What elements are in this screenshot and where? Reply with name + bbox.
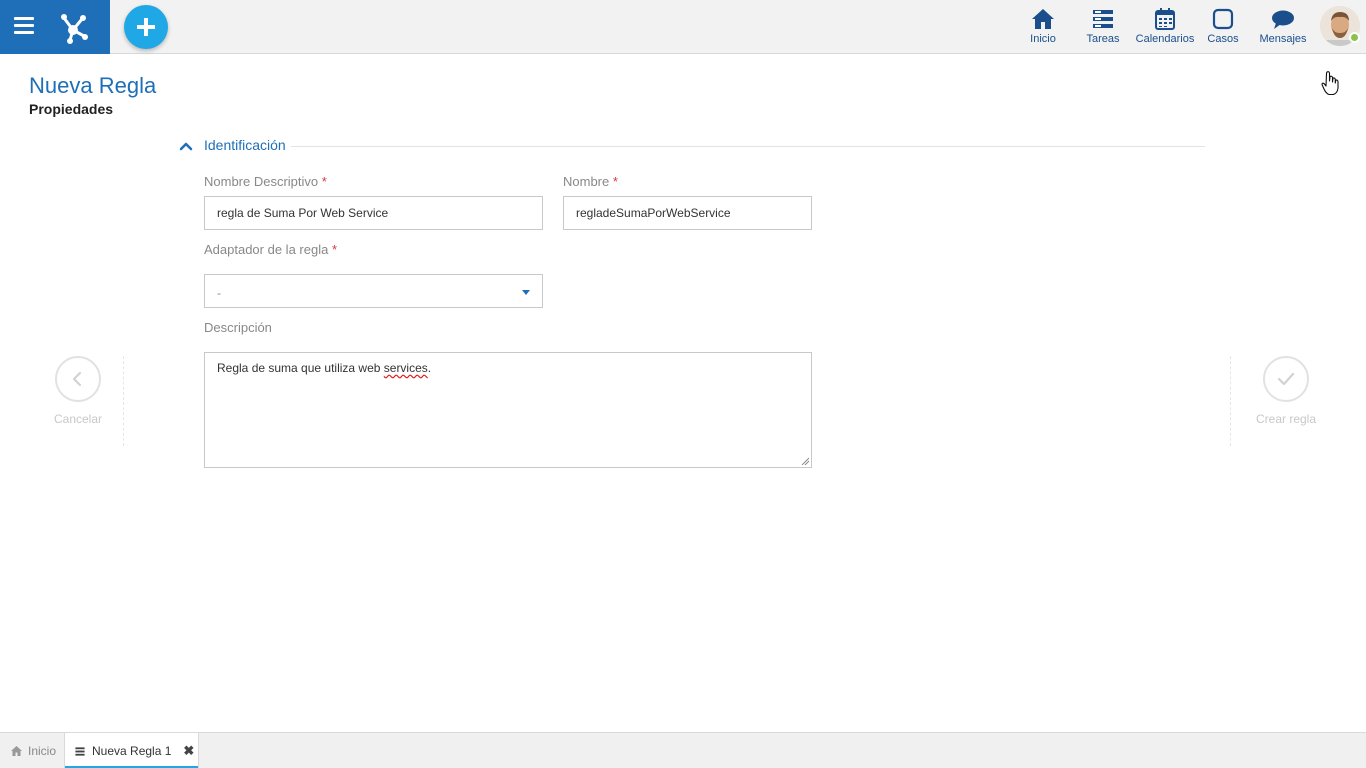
nav-tareas[interactable]: Tareas	[1083, 0, 1123, 54]
name-label: Nombre *	[563, 174, 618, 189]
left-action-divider	[123, 356, 124, 446]
descriptive-name-input[interactable]	[204, 196, 543, 230]
page-title: Nueva Regla	[29, 73, 157, 98]
page-subtitle: Propiedades	[29, 101, 114, 117]
description-text-misspelled: services	[383, 361, 428, 375]
close-icon[interactable]: ✖	[183, 743, 194, 759]
nav-label: Tareas	[1086, 33, 1120, 45]
required-mark: *	[612, 174, 618, 189]
hamburger-line	[14, 31, 34, 34]
description-text-prefix: Regla de suma que utiliza web	[217, 361, 384, 375]
hamburger-line	[14, 17, 34, 20]
app-logo-icon[interactable]	[52, 6, 94, 48]
descriptive-name-label-text: Nombre Descriptivo	[204, 174, 319, 189]
tab-inicio[interactable]: Inicio	[0, 733, 66, 768]
hand-cursor-icon	[1321, 71, 1339, 96]
name-label-text: Nombre	[563, 174, 610, 189]
nav-label: Calendarios	[1135, 33, 1195, 45]
tab-nueva-regla[interactable]: Nueva Regla 1 ✖	[64, 733, 199, 768]
hamburger-line	[14, 24, 34, 27]
nav-casos[interactable]: Casos	[1206, 0, 1240, 54]
required-mark: *	[331, 242, 337, 257]
plus-icon	[137, 18, 155, 36]
adapter-label-text: Adaptador de la regla	[204, 242, 329, 257]
home-icon	[1032, 9, 1054, 29]
add-button[interactable]	[124, 5, 168, 49]
section-title-identificacion[interactable]: Identificación	[204, 137, 286, 153]
adapter-select-value: -	[217, 286, 221, 300]
cancel-button-label: Cancelar	[53, 412, 103, 426]
adapter-select[interactable]: -	[204, 274, 543, 308]
top-bar: Inicio Tareas Calendarios Casos Mensajes	[0, 0, 1366, 54]
nav-mensajes[interactable]: Mensajes	[1258, 0, 1308, 54]
nav-label: Casos	[1207, 33, 1239, 45]
create-rule-button-circle	[1263, 356, 1309, 402]
create-rule-button[interactable]: Crear regla	[1246, 356, 1326, 436]
messages-icon	[1272, 10, 1294, 29]
descriptive-name-label: Nombre Descriptivo *	[204, 174, 327, 189]
adapter-label: Adaptador de la regla *	[204, 242, 337, 257]
tab-inicio-label: Inicio	[28, 744, 57, 758]
create-rule-button-label: Crear regla	[1255, 412, 1317, 426]
chevron-up-icon[interactable]	[178, 138, 194, 154]
description-text-suffix: .	[427, 361, 432, 375]
resize-grip-icon[interactable]	[801, 457, 809, 465]
nav-label: Inicio	[1030, 33, 1056, 45]
nav-calendarios[interactable]: Calendarios	[1134, 0, 1196, 54]
required-mark: *	[321, 174, 327, 189]
calendar-icon	[1155, 8, 1175, 30]
cancel-button-circle	[55, 356, 101, 402]
rule-icon	[75, 746, 85, 756]
name-input[interactable]	[563, 196, 812, 230]
brand-block	[0, 0, 110, 54]
nav-inicio[interactable]: Inicio	[1024, 0, 1062, 54]
description-textarea[interactable]: Regla de suma que utiliza web services.	[204, 352, 812, 468]
hamburger-menu-button[interactable]	[10, 13, 38, 41]
tasks-icon	[1093, 10, 1113, 28]
home-icon	[11, 746, 22, 756]
section-divider	[291, 146, 1205, 147]
nav-label: Mensajes	[1259, 33, 1307, 45]
right-action-divider	[1230, 356, 1231, 446]
bottom-tab-bar: Inicio Nueva Regla 1 ✖	[0, 732, 1366, 768]
chevron-left-icon	[72, 371, 82, 387]
checkmark-icon	[1277, 372, 1295, 386]
cancel-button[interactable]: Cancelar	[38, 356, 118, 436]
tab-nueva-regla-label: Nueva Regla 1	[92, 744, 172, 758]
caret-down-icon	[522, 290, 530, 295]
description-label: Descripción	[204, 320, 272, 335]
online-status-indicator	[1349, 32, 1360, 43]
cases-icon	[1212, 8, 1234, 30]
